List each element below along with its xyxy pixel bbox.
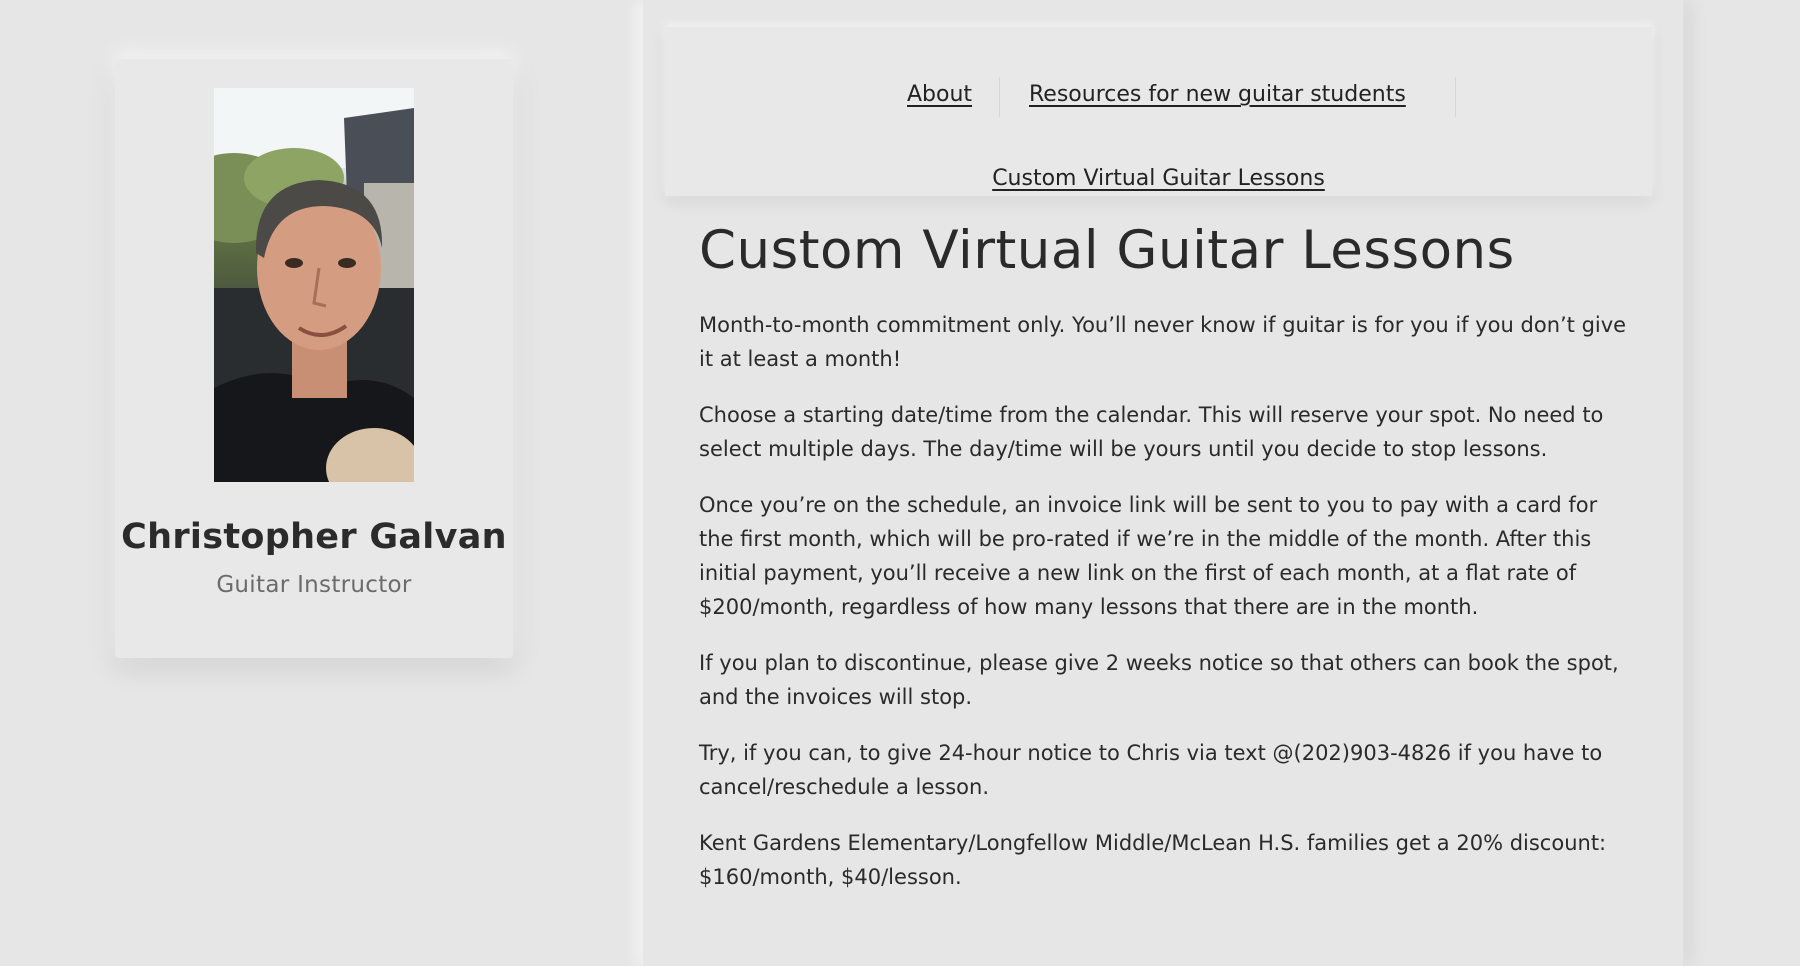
profile-name: Christopher Galvan <box>121 517 507 557</box>
profile-photo-image <box>214 88 414 482</box>
nav-link-custom-lessons[interactable]: Custom Virtual Guitar Lessons <box>665 166 1652 191</box>
nav-link-resources[interactable]: Resources for new guitar students <box>1029 82 1406 107</box>
main-content: About Resources for new guitar students … <box>643 0 1683 966</box>
page-body: Month-to-month commitment only. You’ll n… <box>699 308 1629 916</box>
paragraph-commitment: Month-to-month commitment only. You’ll n… <box>699 313 1627 371</box>
paragraph-discount: Kent Gardens Elementary/Longfellow Middl… <box>699 831 1607 889</box>
paragraph-discontinue: If you plan to discontinue, please give … <box>699 651 1619 709</box>
profile-photo <box>214 88 414 482</box>
page: Christopher Galvan Guitar Instructor Abo… <box>0 0 1800 966</box>
site-navigation: About Resources for new guitar students … <box>665 27 1652 196</box>
nav-divider <box>1455 77 1456 117</box>
profile-role: Guitar Instructor <box>216 572 412 598</box>
paragraph-cancellation: Try, if you can, to give 24-hour notice … <box>699 741 1603 799</box>
page-title: Custom Virtual Guitar Lessons <box>699 220 1515 281</box>
profile-card: Christopher Galvan Guitar Instructor <box>115 59 513 658</box>
paragraph-payment: Once you’re on the schedule, an invoice … <box>699 493 1598 619</box>
paragraph-scheduling: Choose a starting date/time from the cal… <box>699 403 1604 461</box>
nav-link-about[interactable]: About <box>907 82 972 107</box>
nav-divider <box>999 77 1000 117</box>
